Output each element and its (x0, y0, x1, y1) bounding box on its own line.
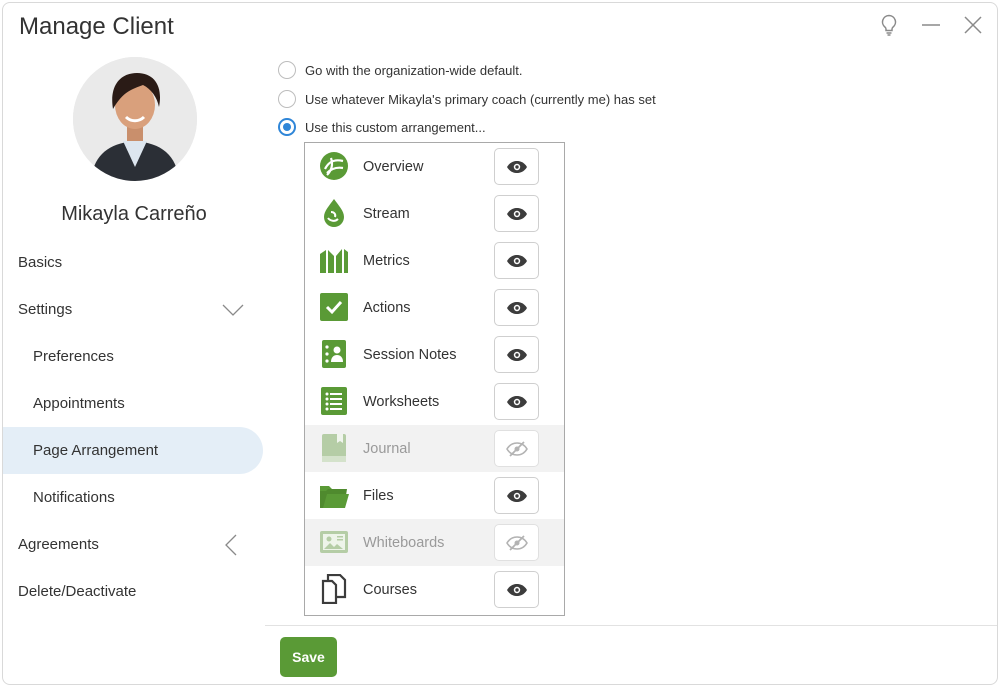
arrangement-row-session-notes[interactable]: Session Notes (305, 331, 564, 378)
visibility-toggle[interactable] (494, 148, 539, 185)
close-icon[interactable] (959, 11, 987, 39)
window-title: Manage Client (19, 13, 174, 40)
sidebar-item-delete-deactivate[interactable]: Delete/Deactivate (3, 568, 263, 615)
files-icon (319, 480, 349, 510)
chevron-down-icon[interactable] (221, 298, 245, 322)
client-name: Mikayla Carreño (61, 203, 207, 225)
sidebar-item-preferences[interactable]: Preferences (3, 333, 263, 380)
arrangement-row-journal[interactable]: Journal (305, 425, 564, 472)
whiteboards-icon (319, 527, 349, 557)
visibility-toggle[interactable] (494, 336, 539, 373)
arrangement-label: Stream (363, 205, 410, 222)
lightbulb-icon[interactable] (875, 11, 903, 39)
eye-off-icon (505, 534, 528, 551)
eye-icon (506, 348, 527, 361)
option-label: Go with the organization-wide default. (305, 62, 523, 78)
eye-off-icon (505, 440, 528, 457)
eye-icon (506, 395, 527, 408)
save-button[interactable]: Save (280, 637, 337, 677)
arrangement-label: Journal (363, 440, 411, 457)
arrangement-row-worksheets[interactable]: Worksheets (305, 378, 564, 425)
courses-icon (319, 573, 349, 605)
footer-divider (265, 625, 997, 626)
eye-icon (506, 583, 527, 596)
radio-button[interactable] (278, 61, 296, 79)
arrangement-list: Overview Stream Metrics Actions Session … (304, 142, 565, 616)
actions-icon (319, 292, 349, 322)
option-label: Use whatever Mikayla's primary coach (cu… (305, 91, 656, 107)
sidebar-item-appointments[interactable]: Appointments (3, 380, 263, 427)
arrangement-label: Actions (363, 299, 411, 316)
eye-icon (506, 254, 527, 267)
eye-icon (506, 160, 527, 173)
visibility-toggle[interactable] (494, 195, 539, 232)
stream-icon (319, 198, 349, 228)
option-org-default[interactable]: Go with the organization-wide default. (278, 61, 523, 79)
manage-client-window: Manage Client Mikayla Carreño Basics Set… (2, 2, 998, 685)
visibility-toggle[interactable] (494, 477, 539, 514)
visibility-toggle[interactable] (494, 524, 539, 561)
radio-button-selected[interactable] (278, 118, 296, 136)
sidebar-item-label: Basics (18, 254, 63, 271)
arrangement-label: Session Notes (363, 346, 457, 363)
visibility-toggle[interactable] (494, 289, 539, 326)
avatar (73, 57, 197, 181)
radio-button[interactable] (278, 90, 296, 108)
worksheets-icon (319, 386, 349, 416)
sidebar-item-label: Settings (18, 301, 73, 318)
visibility-toggle[interactable] (494, 242, 539, 279)
window-controls (875, 11, 987, 39)
option-label: Use this custom arrangement... (305, 119, 486, 135)
sidebar-item-label: Agreements (18, 536, 99, 553)
arrangement-label: Whiteboards (363, 534, 445, 551)
page-arrangement-panel: Go with the organization-wide default. U… (265, 53, 997, 684)
arrangement-row-files[interactable]: Files (305, 472, 564, 519)
option-coach-setting[interactable]: Use whatever Mikayla's primary coach (cu… (278, 90, 656, 108)
arrangement-label: Metrics (363, 252, 410, 269)
session-notes-icon (319, 339, 349, 369)
sidebar-item-settings[interactable]: Settings (3, 286, 263, 333)
sidebar-item-label: Notifications (33, 489, 115, 506)
visibility-toggle[interactable] (494, 383, 539, 420)
minimize-icon[interactable] (917, 11, 945, 39)
sidebar-item-label: Page Arrangement (33, 442, 159, 459)
sidebar-item-basics[interactable]: Basics (3, 239, 263, 286)
arrangement-row-metrics[interactable]: Metrics (305, 237, 564, 284)
sidebar-item-notifications[interactable]: Notifications (3, 474, 263, 521)
visibility-toggle[interactable] (494, 571, 539, 608)
sidebar-item-label: Preferences (33, 348, 114, 365)
sidebar: Mikayla Carreño Basics Settings Preferen… (3, 53, 265, 684)
eye-icon (506, 489, 527, 502)
arrangement-label: Courses (363, 581, 417, 598)
overview-icon (319, 151, 349, 181)
arrangement-label: Files (363, 487, 394, 504)
arrangement-label: Worksheets (363, 393, 440, 410)
option-custom-arrangement[interactable]: Use this custom arrangement... (278, 118, 486, 136)
visibility-toggle[interactable] (494, 430, 539, 467)
arrangement-label: Overview (363, 158, 424, 175)
arrangement-row-whiteboards[interactable]: Whiteboards (305, 519, 564, 566)
arrangement-row-courses[interactable]: Courses (305, 566, 564, 613)
sidebar-item-page-arrangement[interactable]: Page Arrangement (3, 427, 263, 474)
arrangement-row-overview[interactable]: Overview (305, 143, 564, 190)
journal-icon (319, 433, 349, 463)
chevron-left-icon[interactable] (219, 533, 243, 557)
eye-icon (506, 301, 527, 314)
sidebar-item-label: Appointments (33, 395, 125, 412)
metrics-icon (319, 245, 349, 275)
sidebar-item-label: Delete/Deactivate (18, 583, 137, 600)
eye-icon (506, 207, 527, 220)
arrangement-row-actions[interactable]: Actions (305, 284, 564, 331)
arrangement-row-stream[interactable]: Stream (305, 190, 564, 237)
sidebar-item-agreements[interactable]: Agreements (3, 521, 263, 568)
